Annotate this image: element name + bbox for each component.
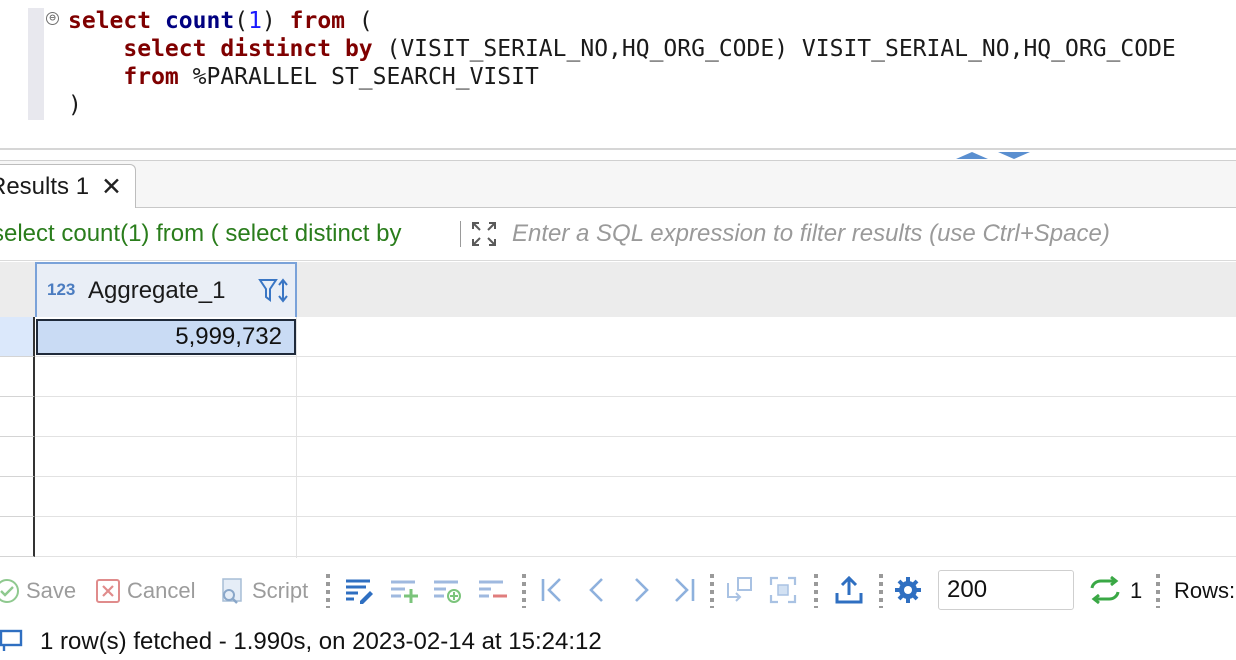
tab-label: Results 1 (0, 173, 90, 200)
code-token: from (123, 64, 179, 90)
row-number-cell[interactable] (0, 397, 35, 437)
code-token: select distinct by (123, 36, 373, 62)
row-divider (35, 516, 1236, 517)
toolbar-separator (879, 574, 883, 608)
code-token: from (289, 8, 346, 34)
toolbar-separator (814, 574, 818, 608)
save-label: Save (26, 578, 77, 603)
filter-sort-icon[interactable] (257, 277, 291, 305)
code-token: 1 (248, 8, 262, 34)
copy-row-icon[interactable] (432, 575, 462, 605)
numeric-type-icon: 123 (47, 280, 76, 299)
selected-cell[interactable]: 5,999,732 (36, 319, 296, 355)
row-number-header[interactable] (0, 262, 36, 317)
fold-toggle-icon[interactable]: ⊖ (46, 12, 59, 25)
tab-results-1[interactable]: Results 1 ✕ (0, 164, 136, 208)
code-line[interactable]: from %PARALLEL ST_SEARCH_VISIT (68, 63, 539, 91)
cancel-button[interactable]: Cancel (95, 574, 195, 608)
script-icon (222, 578, 242, 604)
results-toolbar: Save Cancel Script 200 1 Rows: (0, 562, 1236, 620)
refresh-icon[interactable] (1088, 575, 1122, 605)
column-divider (296, 317, 297, 558)
toggle-panel-icon[interactable] (724, 575, 754, 605)
row-number-cell[interactable] (0, 477, 35, 517)
code-token: ( (234, 8, 249, 34)
code-line[interactable]: select distinct by (VISIT_SERIAL_NO,HQ_O… (68, 35, 1176, 63)
fit-columns-icon[interactable] (768, 575, 798, 605)
editor-results-divider[interactable] (0, 148, 1236, 150)
row-number-cell[interactable] (0, 317, 35, 357)
check-circle-icon (0, 579, 19, 603)
refresh-count: 1 (1130, 578, 1143, 603)
code-line[interactable]: ) (68, 91, 82, 119)
toolbar-separator (1156, 574, 1160, 608)
filter-input[interactable] (512, 216, 1232, 252)
toolbar-separator (710, 574, 714, 608)
cancel-label: Cancel (127, 578, 196, 603)
row-number-cell[interactable] (0, 357, 35, 397)
row-divider (35, 436, 1236, 437)
expand-icon[interactable] (470, 220, 498, 248)
filter-separator (460, 221, 461, 247)
code-token: %PARALLEL ST_SEARCH_VISIT (178, 64, 539, 90)
row-divider (35, 356, 1236, 357)
row-divider (35, 396, 1236, 397)
gear-icon[interactable] (893, 575, 923, 605)
cancel-x-icon (96, 579, 120, 603)
results-tab-strip (0, 160, 1236, 208)
code-token: count (164, 8, 235, 34)
rows-label: Rows: (1174, 578, 1236, 603)
add-row-icon[interactable] (389, 575, 419, 605)
delete-row-icon[interactable] (477, 575, 507, 605)
row-number-cell[interactable] (0, 437, 35, 477)
fetch-size-input[interactable] (938, 570, 1074, 610)
script-button[interactable]: Script (218, 574, 308, 608)
first-page-icon[interactable] (538, 575, 568, 605)
status-bar: 1 row(s) fetched - 1.990s, on 2023-02-14… (0, 620, 1236, 660)
row-number-cell[interactable] (0, 517, 35, 557)
status-text: 1 row(s) fetched - 1.990s, on 2023-02-14… (40, 628, 602, 655)
export-icon[interactable] (834, 575, 864, 605)
column-header-aggregate-1[interactable]: 123 Aggregate_1 (35, 262, 297, 317)
next-page-icon[interactable] (626, 575, 656, 605)
toolbar-separator (326, 574, 330, 608)
code-line[interactable]: select count(1) from ( (68, 7, 373, 35)
save-button[interactable]: Save (0, 574, 76, 608)
previous-page-icon[interactable] (582, 575, 612, 605)
filter-bar: select count(1) from ( select distinct b… (0, 208, 1236, 261)
sql-editor[interactable]: ⊖ select count(1) from ( select distinct… (0, 0, 1236, 150)
code-token: ) (68, 92, 82, 118)
close-icon[interactable]: ✕ (101, 173, 122, 201)
code-token: select (68, 8, 152, 34)
edit-row-icon[interactable] (344, 575, 374, 605)
code-token: ) (261, 8, 290, 34)
row-divider (35, 556, 1236, 557)
results-grid[interactable]: 123 Aggregate_1 5,999,732 (0, 262, 1236, 558)
script-label: Script (252, 578, 309, 603)
editor-gutter (28, 8, 44, 120)
status-info-icon (0, 629, 23, 651)
code-token: (VISIT_SERIAL_NO,HQ_ORG_CODE) VISIT_SERI… (372, 36, 1176, 62)
query-text: select count(1) from ( select distinct b… (0, 220, 402, 247)
last-page-icon[interactable] (668, 575, 698, 605)
maximize-results-arrow-icon[interactable] (956, 152, 988, 159)
column-name: Aggregate_1 (88, 277, 226, 304)
toolbar-separator (522, 574, 526, 608)
row-divider (35, 476, 1236, 477)
restore-editor-arrow-icon[interactable] (998, 152, 1030, 159)
code-token: ( (345, 8, 373, 34)
